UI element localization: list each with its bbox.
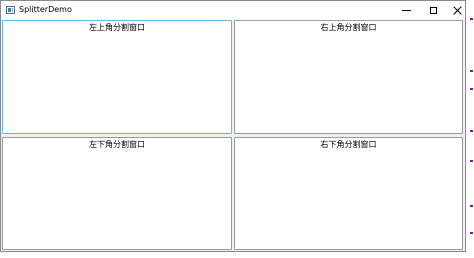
bottom-left-pane[interactable]: 左下角分割窗口 <box>2 137 232 250</box>
background-edge-mark <box>470 18 473 20</box>
background-edge-mark <box>470 130 473 132</box>
close-icon <box>453 6 462 15</box>
background-edge-mark <box>470 88 473 90</box>
close-button[interactable] <box>447 1 467 20</box>
maximize-icon <box>430 7 437 14</box>
bottom-right-pane-label: 右下角分割窗口 <box>320 140 377 149</box>
main-window: SplitterDemo 左上角分割窗口 右上角分割窗口 左下角分割窗口 右下角… <box>0 0 466 252</box>
top-right-pane-label: 右上角分割窗口 <box>320 23 377 32</box>
bottom-right-pane[interactable]: 右下角分割窗口 <box>234 137 463 250</box>
window-title: SplitterDemo <box>19 5 72 14</box>
bottom-left-pane-label: 左下角分割窗口 <box>89 140 145 149</box>
maximize-button[interactable] <box>420 1 447 20</box>
top-right-pane[interactable]: 右上角分割窗口 <box>234 20 463 134</box>
minimize-button[interactable] <box>393 1 420 20</box>
background-edge-mark <box>470 160 473 162</box>
title-bar[interactable]: SplitterDemo <box>1 1 465 20</box>
top-left-pane-label: 左上角分割窗口 <box>89 23 145 32</box>
app-window-icon <box>6 6 15 14</box>
background-edge-mark <box>470 205 473 207</box>
background-edge-mark <box>470 70 473 72</box>
background-edge-mark <box>470 232 473 234</box>
top-left-pane[interactable]: 左上角分割窗口 <box>2 20 232 134</box>
minimize-icon <box>402 10 411 11</box>
